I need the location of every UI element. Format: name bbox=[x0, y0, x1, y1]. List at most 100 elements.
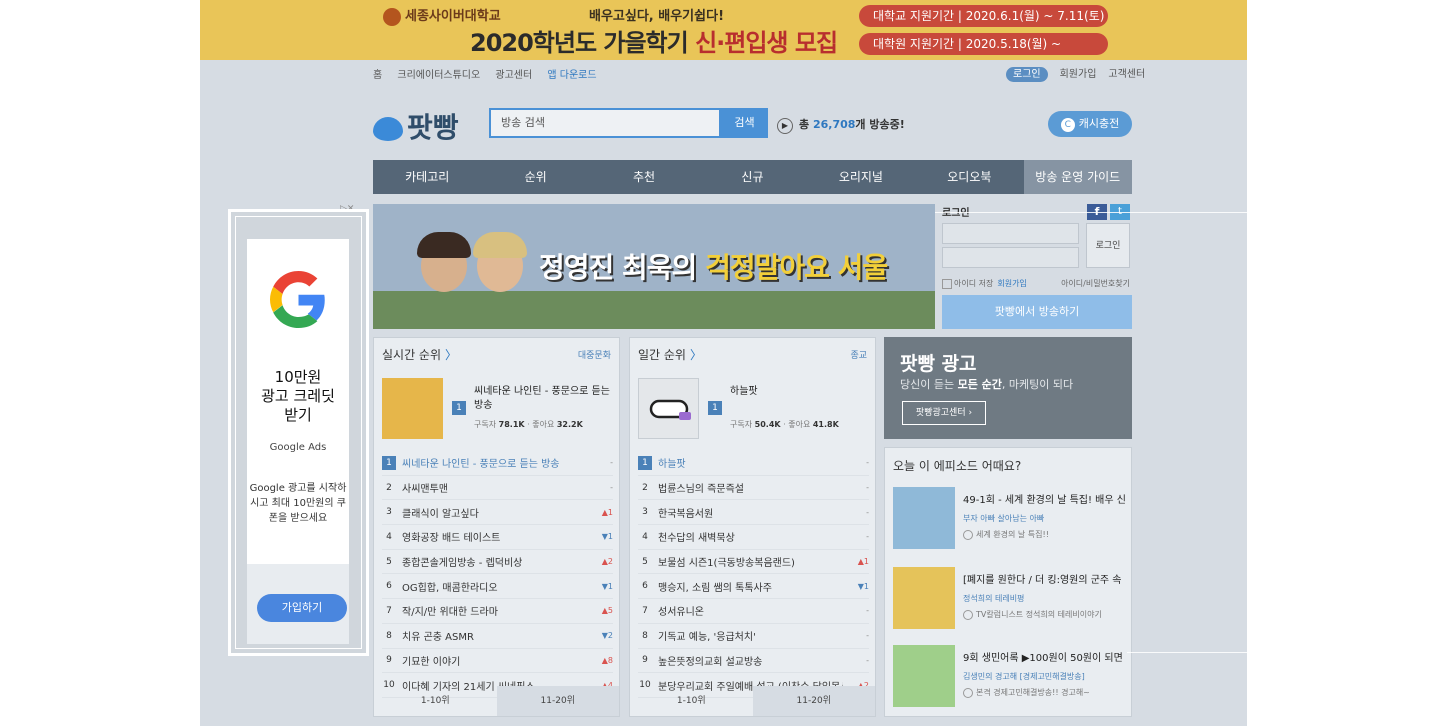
ranking-row[interactable]: 6 OG힙합, 매콤한라디오 ▼1 bbox=[382, 574, 613, 600]
ranking-row[interactable]: 2 사씨맨투맨 - bbox=[382, 476, 613, 501]
rank-title[interactable]: 기묘한 이야기 bbox=[402, 653, 587, 668]
save-id-checkbox[interactable] bbox=[942, 278, 952, 289]
rank-title[interactable]: 하늘팟 bbox=[658, 455, 843, 470]
ranking-row[interactable]: 4 천수답의 새벽묵상 - bbox=[638, 525, 869, 550]
play-icon[interactable]: ▶ bbox=[777, 118, 793, 134]
rank-title[interactable]: 천수답의 새벽묵상 bbox=[658, 529, 843, 544]
rank-title[interactable]: 보물섬 시즌1(극동방송복음랜드) bbox=[658, 554, 843, 569]
panel-title[interactable]: 실시간 순위 〉 bbox=[382, 346, 457, 363]
rank-title[interactable]: 한국복음서원 bbox=[658, 505, 843, 520]
nav-creator-studio[interactable]: 크리에이터스튜디오 bbox=[397, 70, 480, 81]
google-ad-signup-button[interactable]: 가입하기 bbox=[257, 594, 347, 622]
episode-desc-text: TV칼럼니스트 정석희의 테레비이야기 bbox=[976, 610, 1102, 619]
episode-item[interactable]: 9회 생민어록 ▶100원이 50원이 되면 … 김생민의 경고해 [경제고민해… bbox=[893, 645, 1125, 711]
rank-title[interactable]: OG힙합, 매콤한라디오 bbox=[402, 579, 587, 594]
rank-title[interactable]: 사씨맨투맨 bbox=[402, 480, 587, 495]
ranking-row[interactable]: 1 씨네타운 나인틴 - 풍문으로 듣는 방송 - bbox=[382, 451, 613, 476]
episode-show[interactable]: 김생민의 경고해 [경제고민해결방송] bbox=[963, 671, 1085, 682]
rank-title[interactable]: 치유 곤충 ASMR bbox=[402, 628, 587, 643]
university-ad-banner[interactable]: 세종사이버대학교 배우고싶다, 배우기쉽다! 2020학년도 가을학기 신·편입… bbox=[200, 0, 1247, 73]
ranking-row[interactable]: 3 클래식이 알고싶다 ▲1 bbox=[382, 500, 613, 526]
feature-thumbnail[interactable] bbox=[638, 378, 699, 439]
password-field[interactable] bbox=[942, 247, 1079, 268]
google-ads-card[interactable]: 10만원 광고 크레딧 받기 Google Ads Google 광고를 시작하… bbox=[247, 239, 349, 564]
tab-ranking[interactable]: 순위 bbox=[481, 160, 589, 194]
ranking-row[interactable]: 2 법륜스님의 즉문즉설 - bbox=[638, 476, 869, 501]
episode-title[interactable]: 9회 생민어록 ▶100원이 50원이 되면 … bbox=[963, 649, 1125, 664]
rank-title[interactable]: 종합콘솔게임방송 - 렙덕비상 bbox=[402, 554, 587, 569]
signup-link[interactable]: 회원가입 bbox=[1060, 69, 1097, 80]
panel-title[interactable]: 일간 순위 〉 bbox=[638, 346, 702, 363]
rank-number: 8 bbox=[386, 630, 392, 641]
cash-charge-button[interactable]: C 캐시충전 bbox=[1048, 111, 1132, 137]
ranking-row[interactable]: 5 보물섬 시즌1(극동방송복음랜드) ▲1 bbox=[638, 550, 869, 575]
find-account-link[interactable]: 아이디/비밀번호찾기 bbox=[1061, 278, 1130, 289]
tab-audiobook[interactable]: 오디오북 bbox=[915, 160, 1023, 194]
ranking-row[interactable]: 8 치유 곤충 ASMR ▼2 bbox=[382, 624, 613, 649]
episode-show[interactable]: 정석희의 테레비평 bbox=[963, 593, 1024, 604]
ad-center-button[interactable]: 팟빵광고센터 › bbox=[902, 401, 986, 425]
ranking-row[interactable]: 6 맹승지, 소림 쌤의 톡톡사주 ▼1 bbox=[638, 574, 869, 600]
hero-banner[interactable]: 정영진 최욱의 걱정말아요 서울 bbox=[373, 204, 935, 329]
episode-title[interactable]: [폐지를 원한다 / 더 킹:영원의 군주 속 … bbox=[963, 571, 1125, 586]
ranking-row[interactable]: 5 종합콘솔게임방송 - 렙덕비상 ▲2 bbox=[382, 550, 613, 575]
tab-new[interactable]: 신규 bbox=[698, 160, 806, 194]
episode-title[interactable]: 49-1회 - 세계 환경의 날 특집! 배우 신… bbox=[963, 491, 1125, 506]
panel-category[interactable]: 종교 bbox=[850, 348, 867, 361]
ranking-row[interactable]: 9 높은뜻정의교회 설교방송 - bbox=[638, 649, 869, 674]
rank-title[interactable]: 영화공장 배드 테이스트 bbox=[402, 529, 587, 544]
ranking-row[interactable]: 3 한국복음서원 - bbox=[638, 500, 869, 526]
ranking-row[interactable]: 9 기묘한 이야기 ▲8 bbox=[382, 649, 613, 674]
ranking-row[interactable]: 4 영화공장 배드 테이스트 ▼1 bbox=[382, 525, 613, 550]
join-link[interactable]: 회원가입 bbox=[997, 279, 1026, 288]
rank-title[interactable]: 맹승지, 소림 쌤의 톡톡사주 bbox=[658, 579, 843, 594]
episode-thumbnail[interactable] bbox=[893, 567, 955, 629]
tab-original[interactable]: 오리지널 bbox=[807, 160, 915, 194]
ranking-row[interactable]: 1 하늘팟 - bbox=[638, 451, 869, 476]
login-submit-button[interactable]: 로그인 bbox=[1086, 223, 1130, 268]
rank-title[interactable]: 법륜스님의 즉문즉설 bbox=[658, 480, 843, 495]
start-broadcast-button[interactable]: 팟빵에서 방송하기 bbox=[942, 295, 1132, 329]
ranking-row[interactable]: 7 성서유니온 - bbox=[638, 599, 869, 624]
ranking-row[interactable]: 8 기독교 예능, '응급처치' - bbox=[638, 624, 869, 649]
login-link[interactable]: 로그인 bbox=[1006, 67, 1048, 82]
ad-tagline-post: , 마케팅이 되다 bbox=[1001, 378, 1074, 391]
episode-item[interactable]: 49-1회 - 세계 환경의 날 특집! 배우 신… 부자 아빠 살아남는 아빠… bbox=[893, 487, 1125, 553]
nav-home[interactable]: 홈 bbox=[373, 70, 382, 81]
page-11-20[interactable]: 11-20위 bbox=[752, 686, 875, 716]
nav-app-download[interactable]: 앱 다운로드 bbox=[547, 70, 596, 81]
rank-title[interactable]: 성서유니온 bbox=[658, 603, 843, 618]
feature-rank-badge: 1 bbox=[452, 401, 466, 415]
panel-category[interactable]: 대중문화 bbox=[578, 348, 611, 361]
ranking-row[interactable]: 7 작/지/만 위대한 드라마 ▲5 bbox=[382, 599, 613, 624]
likes-label: 좋아요 bbox=[788, 420, 811, 429]
page-1-10[interactable]: 1-10위 bbox=[374, 686, 497, 716]
tab-broadcast-guide[interactable]: 방송 운영 가이드 bbox=[1023, 160, 1132, 194]
episode-item[interactable]: [폐지를 원한다 / 더 킹:영원의 군주 속 … 정석희의 테레비평 TV칼럼… bbox=[893, 567, 1125, 633]
page-11-20[interactable]: 11-20위 bbox=[496, 686, 619, 716]
tab-recommend[interactable]: 추천 bbox=[590, 160, 698, 194]
feature-title[interactable]: 하늘팟 bbox=[730, 385, 870, 399]
episode-show[interactable]: 부자 아빠 살아남는 아빠 bbox=[963, 513, 1044, 524]
search-button[interactable]: 검색 bbox=[721, 108, 768, 138]
nav-ad-center[interactable]: 광고센터 bbox=[495, 70, 532, 81]
feature-thumbnail[interactable] bbox=[382, 378, 443, 439]
banner-slogan: 배우고싶다, 배우기쉽다! bbox=[589, 9, 724, 24]
search-input[interactable]: 방송 검색 bbox=[489, 108, 721, 138]
episode-thumbnail[interactable] bbox=[893, 645, 955, 707]
page-1-10[interactable]: 1-10위 bbox=[630, 686, 753, 716]
site-logo[interactable]: 팟빵 bbox=[373, 106, 459, 146]
rank-number: 2 bbox=[386, 482, 392, 493]
support-link[interactable]: 고객센터 bbox=[1108, 69, 1145, 80]
rank-title[interactable]: 클래식이 알고싶다 bbox=[402, 505, 587, 520]
rank-title[interactable]: 높은뜻정의교회 설교방송 bbox=[658, 653, 843, 668]
feature-title[interactable]: 씨네타운 나인틴 - 풍문으로 듣는 방송 bbox=[474, 385, 614, 413]
rank-title[interactable]: 작/지/만 위대한 드라마 bbox=[402, 603, 587, 618]
rank-title[interactable]: 기독교 예능, '응급처치' bbox=[658, 628, 843, 643]
divider-line bbox=[1127, 652, 1247, 653]
episode-thumbnail[interactable] bbox=[893, 487, 955, 549]
id-field[interactable] bbox=[942, 223, 1079, 244]
podbbang-ad-banner[interactable]: 팟빵 광고 당신이 듣는 모든 순간, 마케팅이 되다 팟빵광고센터 › bbox=[884, 337, 1132, 439]
tab-category[interactable]: 카테고리 bbox=[373, 160, 481, 194]
rank-title[interactable]: 씨네타운 나인틴 - 풍문으로 듣는 방송 bbox=[402, 455, 587, 470]
